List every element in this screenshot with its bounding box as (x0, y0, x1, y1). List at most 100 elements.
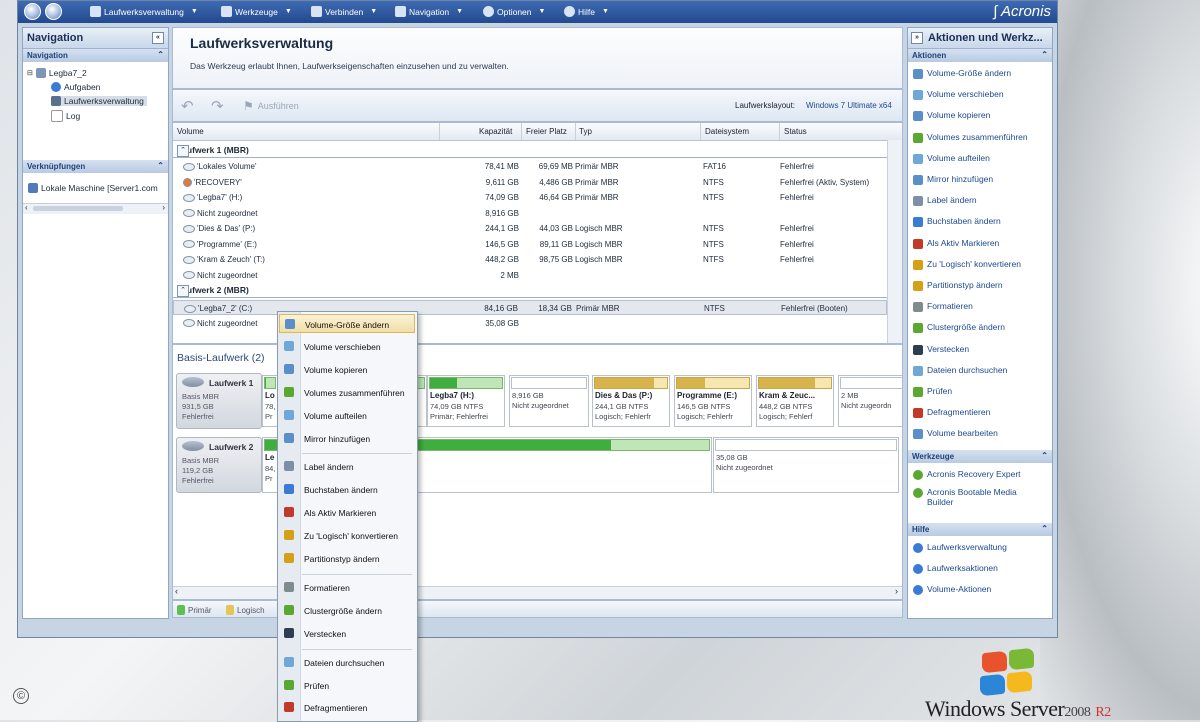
menu-hilfe[interactable]: Hilfe ▼ (564, 6, 609, 17)
action-item[interactable]: Volume bearbeiten (913, 428, 998, 440)
table-row[interactable]: 'Lokales Volume' 78,41 MB 69,69 MB Primär M… (173, 159, 887, 174)
undo-icon[interactable]: ↶ (181, 97, 194, 115)
scroll-thumb[interactable] (33, 206, 123, 211)
action-item[interactable]: Verstecken (913, 344, 969, 355)
action-item[interactable]: Volume kopieren (913, 110, 990, 122)
column-filesystem[interactable]: Dateisystem (705, 127, 749, 136)
help-section-header[interactable]: Hilfe ⌃ (908, 523, 1052, 536)
tools-section-header[interactable]: Werkzeuge ⌃ (908, 450, 1052, 463)
context-menu-item[interactable]: Dateien durchsuchen (279, 653, 415, 672)
partition-block[interactable]: Kram & Zeuc... 448,2 GB NTFS Logisch; Fehl… (756, 375, 834, 427)
context-menu-item[interactable]: Zu 'Logisch' konvertieren (279, 526, 415, 545)
table-row[interactable]: 'Programme' (E:) 146,5 GB 89,11 GB Logisch … (173, 237, 887, 252)
table-row[interactable]: Nicht zugeordnet 2 MB (173, 268, 887, 283)
links-horizontal-scrollbar[interactable]: ‹ › (23, 203, 168, 214)
partition-block[interactable]: 2 MB Nicht zugeordn (838, 375, 902, 427)
collapse-icon[interactable]: ⌃ (177, 145, 189, 157)
action-item[interactable]: Volume-Größe ändern (913, 68, 1011, 79)
action-item[interactable]: Buchstaben ändern (913, 216, 1001, 228)
context-menu-item[interactable]: Prüfen (279, 676, 415, 695)
context-menu-item[interactable]: Volumes zusammenführen (279, 383, 415, 402)
action-item[interactable]: Mirror hinzufügen (913, 174, 993, 185)
menu-optionen[interactable]: Optionen ▼ (483, 6, 545, 17)
action-item[interactable]: Clustergröße ändern (913, 322, 1005, 334)
menu-navigation[interactable]: Navigation ▼ (395, 6, 463, 17)
tool-bootable-media-builder[interactable]: Acronis Bootable Media Builder (913, 487, 1028, 507)
action-item[interactable]: Dateien durchsuchen (913, 365, 1007, 376)
collapse-icon[interactable]: ⌃ (177, 285, 189, 297)
table-row[interactable]: 'Legba7' (H:) 74,09 GB 46,64 GB Primär MBR N… (173, 190, 887, 205)
menu-verbinden[interactable]: Verbinden ▼ (311, 6, 377, 17)
column-type[interactable]: Typ (579, 127, 592, 136)
tree-item-aufgaben[interactable]: Aufgaben (51, 82, 100, 92)
menu-werkzeuge[interactable]: Werkzeuge ▼ (221, 6, 292, 17)
partition-block[interactable]: Lo 78, Pr (262, 375, 278, 427)
redo-icon[interactable]: ↷ (211, 97, 224, 115)
disk-card-2[interactable]: Laufwerk 2 Basis MBR 119,2 GB Fehlerfrei (176, 437, 262, 493)
partition-block[interactable]: Programme (E:) 146,5 GB NTFS Logisch; Fehl… (674, 375, 752, 427)
scroll-right-icon[interactable]: › (895, 586, 898, 596)
menu-separator (302, 573, 412, 575)
context-menu-item[interactable]: Clustergröße ändern (279, 601, 415, 620)
context-menu-item[interactable]: Buchstaben ändern (279, 480, 415, 499)
tree-item-log[interactable]: Log (51, 110, 80, 122)
table-row[interactable]: 'RECOVERY' 9,611 GB 4,486 GB Primär MBR NTFS… (173, 175, 887, 190)
partition-block[interactable]: Legba7 (H:) 74,09 GB NTFS Primär; Fehlerfr… (427, 375, 505, 427)
action-item[interactable]: Formatieren (913, 301, 973, 313)
partition-block[interactable]: 8,916 GB Nicht zugeordnet (509, 375, 589, 427)
column-free-space[interactable]: Freier Platz (526, 127, 567, 136)
action-item[interactable]: Volumes zusammenführen (913, 132, 1028, 143)
table-row[interactable]: 'Kram & Zeuch' (T:) 448,2 GB 98,75 GB Logis… (173, 252, 887, 267)
action-item[interactable]: Defragmentieren (913, 407, 990, 419)
column-capacity[interactable]: Kapazität (479, 127, 512, 136)
expand-panel-button[interactable]: » (911, 32, 923, 44)
partition-block[interactable]: Dies & Das (P:) 244,1 GB NTFS Logisch; Feh… (592, 375, 670, 427)
disk-card-1[interactable]: Laufwerk 1 Basis MBR 931,5 GB Fehlerfrei (176, 373, 262, 429)
tree-item-computer[interactable]: ⊟ Legba7_2 (27, 68, 87, 78)
context-menu-item[interactable]: Volume aufteilen (279, 406, 415, 425)
collapse-panel-button[interactable]: « (152, 32, 164, 44)
column-status[interactable]: Status (784, 127, 807, 136)
menu-laufwerksverwaltung[interactable]: Laufwerksverwaltung ▼ (90, 6, 198, 17)
context-menu-item[interactable]: Als Aktiv Markieren (279, 503, 415, 522)
action-item[interactable]: Als Aktiv Markieren (913, 238, 999, 249)
column-volume[interactable]: Volume (177, 127, 204, 136)
action-item[interactable]: Label ändern (913, 195, 977, 207)
context-menu-item[interactable]: Partitionstyp ändern (279, 549, 415, 568)
table-row[interactable]: Nicht zugeordnet 8,916 GB (173, 206, 887, 221)
table-row[interactable]: 'Dies & Das' (P:) 244,1 GB 44,03 GB Logisch… (173, 221, 887, 236)
context-menu-item[interactable]: Volume-Größe ändern (279, 314, 415, 333)
action-item[interactable]: Volume aufteilen (913, 153, 990, 164)
run-button[interactable]: ⚑ Ausführen (243, 99, 299, 113)
tool-recovery-expert[interactable]: Acronis Recovery Expert (913, 469, 1021, 480)
context-menu-item[interactable]: Mirror hinzufügen (279, 429, 415, 448)
partition-block[interactable]: 35,08 GB Nicht zugeordnet (713, 437, 899, 493)
context-menu-item[interactable]: Defragmentieren (279, 698, 415, 717)
context-menu-item[interactable]: Volume verschieben (279, 337, 415, 356)
navigation-section-header[interactable]: Navigation ⌃ (23, 49, 168, 62)
table-vertical-scrollbar[interactable] (887, 140, 902, 343)
scroll-right-icon[interactable]: › (162, 203, 165, 212)
action-item[interactable]: Volume verschieben (913, 89, 1004, 101)
scroll-left-icon[interactable]: ‹ (25, 203, 28, 212)
back-button[interactable] (24, 3, 41, 20)
action-item[interactable]: Partitionstyp ändern (913, 280, 1003, 291)
forward-button[interactable] (45, 3, 62, 20)
context-menu-item[interactable]: Verstecken (279, 624, 415, 643)
context-menu-item[interactable]: Formatieren (279, 578, 415, 597)
action-item[interactable]: Prüfen (913, 386, 952, 397)
actions-section-header[interactable]: Aktionen ⌃ (908, 49, 1052, 62)
context-menu-item[interactable]: Volume kopieren (279, 360, 415, 379)
tree-item-laufwerksverwaltung[interactable]: Laufwerksverwaltung (51, 96, 147, 106)
links-section-header[interactable]: Verknüpfungen ⌃ (23, 160, 168, 173)
layout-value-link[interactable]: Windows 7 Ultimate x64 (806, 101, 892, 110)
scroll-left-icon[interactable]: ‹ (175, 586, 178, 596)
disk-group-2[interactable]: Laufwerk 2 (MBR) ⌃ (173, 284, 887, 298)
help-volume-aktionen[interactable]: Volume-Aktionen (913, 584, 991, 595)
action-item[interactable]: Zu 'Logisch' konvertieren (913, 259, 1021, 270)
help-laufwerksverwaltung[interactable]: Laufwerksverwaltung (913, 542, 1007, 553)
link-local-machine[interactable]: Lokale Maschine [Server1.com (28, 183, 158, 193)
help-laufwerksaktionen[interactable]: Laufwerksaktionen (913, 563, 998, 574)
context-menu-item[interactable]: Label ändern (279, 457, 415, 476)
disk-group-1[interactable]: Laufwerk 1 (MBR) ⌃ (173, 144, 887, 158)
